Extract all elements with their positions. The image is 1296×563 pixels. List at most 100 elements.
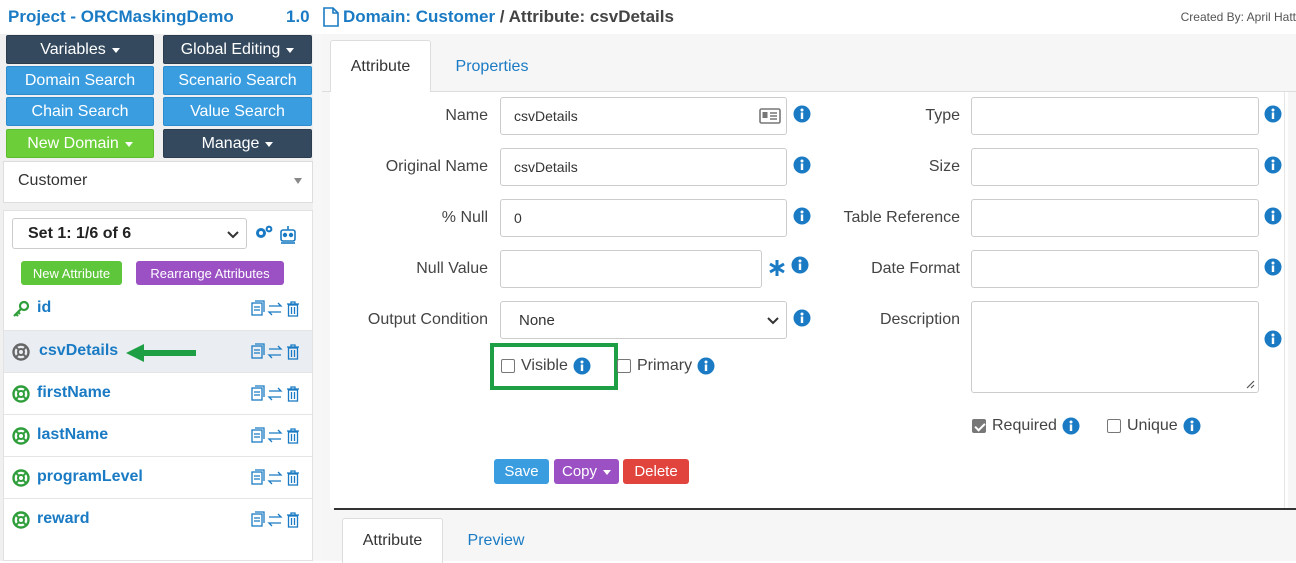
name-input[interactable]: csvDetails [500,97,787,135]
new-attribute-button[interactable]: New Attribute [21,261,122,285]
new-domain-button[interactable]: New Domain [6,129,154,158]
tab-attribute[interactable]: Attribute [330,40,431,93]
null-value-input[interactable] [500,250,762,288]
info-icon[interactable] [1264,330,1282,348]
set-select[interactable]: Set 1: 1/6 of 6 [12,218,247,249]
attribute-label: lastName [37,426,109,443]
info-icon[interactable] [1264,156,1282,174]
info-icon[interactable] [697,357,715,375]
breadcrumb-domain[interactable]: Domain: Customer [343,7,495,26]
info-icon[interactable] [1183,417,1201,435]
copy-icon [251,427,265,443]
delete-label: Delete [634,463,678,480]
attribute-row-firstname[interactable]: firstName [4,372,312,414]
size-input[interactable] [971,148,1259,186]
attribute-actions[interactable] [250,511,302,529]
attribute-actions[interactable] [250,427,302,445]
attribute-label: reward [37,510,90,527]
output-condition-select[interactable]: None [500,301,787,339]
swap-icon [267,471,283,485]
attribute-label: programLevel [37,468,143,485]
value-search-button[interactable]: Value Search [163,97,312,126]
copy-label: Copy [561,463,598,480]
visible-checkbox[interactable]: Visible [501,357,591,375]
document-icon [323,7,339,27]
resize-handle-icon[interactable] [1245,379,1255,389]
attribute-actions[interactable] [250,300,302,318]
save-label: Save [504,463,539,480]
date-format-label: Date Format [871,260,960,277]
attribute-row-csvdetails[interactable]: csvDetails [4,330,312,372]
info-icon[interactable] [793,105,811,123]
pct-null-value: 0 [514,210,522,226]
delete-button[interactable]: Delete [623,459,689,484]
chain-search-button[interactable]: Chain Search [6,97,154,126]
lifebuoy-icon [12,343,30,361]
global-editing-button[interactable]: Global Editing [163,35,312,64]
info-icon[interactable] [1264,207,1282,225]
attribute-row-programlevel[interactable]: programLevel [4,456,312,498]
scenario-search-button[interactable]: Scenario Search [163,66,312,95]
attribute-row-reward[interactable]: reward [4,498,312,540]
manage-button[interactable]: Manage [163,129,312,158]
info-icon[interactable] [1062,417,1080,435]
attribute-label: firstName [37,384,111,401]
date-format-input[interactable] [971,250,1259,288]
type-label: Type [925,107,960,124]
variables-label: Variables [40,40,106,58]
primary-checkbox[interactable]: Primary [617,357,715,375]
original-name-input[interactable]: csvDetails [500,148,787,186]
save-button[interactable]: Save [494,459,549,484]
info-icon[interactable] [793,207,811,225]
trash-icon [287,512,299,528]
domain-search-button[interactable]: Domain Search [6,66,154,95]
info-icon[interactable] [791,256,809,274]
table-reference-input[interactable] [971,199,1259,237]
tab-properties[interactable]: Properties [437,40,547,93]
swap-icon [267,302,283,316]
required-checkbox-box[interactable] [972,419,986,433]
gears-icon [256,225,273,238]
attribute-row-id[interactable]: id [4,288,312,330]
required-checkbox[interactable]: Required [972,417,1080,435]
swap-icon [267,387,283,401]
unique-checkbox-box[interactable] [1107,419,1121,433]
asterisk-icon [769,260,785,276]
attribute-actions[interactable] [250,469,302,487]
info-icon[interactable] [1264,258,1282,276]
attribute-panel: Set 1: 1/6 of 6 New Attribute Rearrange … [3,210,313,561]
pct-null-input[interactable]: 0 [500,199,787,237]
visible-checkbox-box[interactable] [501,359,515,373]
attribute-label: csvDetails [39,342,119,359]
info-icon[interactable] [793,156,811,174]
chain-search-label: Chain Search [31,102,129,120]
global-editing-label: Global Editing [180,40,281,58]
settings-icons[interactable] [254,223,300,245]
caret-down-icon [603,470,612,475]
original-name-value: csvDetails [514,159,578,175]
info-icon[interactable] [1264,105,1282,123]
rearrange-attributes-button[interactable]: Rearrange Attributes [136,261,284,285]
arrow-left-icon [126,344,196,362]
type-input[interactable] [971,97,1259,135]
attribute-actions[interactable] [250,385,302,403]
domain-select[interactable]: Customer [3,161,313,203]
description-textarea[interactable] [971,301,1259,393]
info-icon[interactable] [793,309,811,327]
scenario-search-label: Scenario Search [178,71,297,89]
attribute-row-lastname[interactable]: lastName [4,414,312,456]
tab-bottom-attribute-label: Attribute [362,532,423,549]
trash-icon [287,301,299,317]
copy-icon [251,385,265,401]
variables-button[interactable]: Variables [6,35,154,64]
tab-bottom-attribute[interactable]: Attribute [342,518,443,563]
project-title[interactable]: Project - ORCMaskingDemo [8,7,234,27]
unique-checkbox[interactable]: Unique [1107,417,1201,435]
copy-button[interactable]: Copy [554,459,619,484]
tab-preview[interactable]: Preview [450,518,542,563]
attribute-actions[interactable] [250,343,302,361]
rearrange-attributes-label: Rearrange Attributes [150,265,270,281]
trash-icon [287,386,299,402]
info-icon[interactable] [573,357,591,375]
primary-checkbox-box[interactable] [617,359,631,373]
